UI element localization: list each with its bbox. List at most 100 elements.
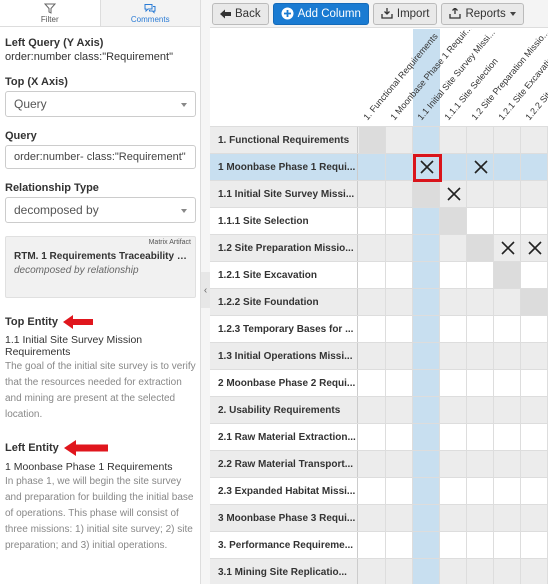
matrix-cell[interactable]	[359, 343, 386, 369]
collapse-panel-handle[interactable]: ‹	[201, 272, 210, 308]
matrix-cell[interactable]	[440, 370, 467, 396]
matrix-cell[interactable]	[386, 289, 413, 315]
row-header[interactable]: 1.2 Site Preparation Missio...	[210, 235, 358, 261]
matrix-cell[interactable]	[440, 424, 467, 450]
matrix-cell[interactable]	[413, 181, 440, 207]
matrix-cell[interactable]	[359, 235, 386, 261]
matrix-cell[interactable]	[413, 154, 440, 180]
matrix-cell[interactable]	[494, 154, 521, 180]
matrix-cell[interactable]	[467, 154, 494, 180]
matrix-cell[interactable]	[440, 181, 467, 207]
matrix-cell[interactable]	[413, 316, 440, 342]
matrix-cell[interactable]	[494, 397, 521, 423]
row-header[interactable]: 3 Moonbase Phase 3 Requi...	[210, 505, 358, 531]
matrix-cell[interactable]	[413, 397, 440, 423]
matrix-cell[interactable]	[440, 154, 467, 180]
matrix-cell[interactable]	[413, 208, 440, 234]
matrix-cell[interactable]	[494, 289, 521, 315]
matrix-cell[interactable]	[467, 235, 494, 261]
matrix-cell[interactable]	[413, 424, 440, 450]
matrix-cell[interactable]	[494, 235, 521, 261]
column-header[interactable]: 1 Moonbase Phase 1 Requir...	[386, 29, 473, 126]
matrix-cell[interactable]	[440, 478, 467, 504]
matrix-cell[interactable]	[359, 559, 386, 584]
matrix-cell[interactable]	[494, 343, 521, 369]
matrix-cell[interactable]	[494, 559, 521, 584]
matrix-cell[interactable]	[440, 559, 467, 584]
matrix-cell[interactable]	[413, 262, 440, 288]
matrix-cell[interactable]	[413, 343, 440, 369]
matrix-cell[interactable]	[386, 343, 413, 369]
matrix-cell[interactable]	[386, 235, 413, 261]
matrix-cell[interactable]	[521, 181, 548, 207]
row-header[interactable]: 2.2 Raw Material Transport...	[210, 451, 358, 477]
matrix-cell[interactable]	[359, 532, 386, 558]
row-header[interactable]: 1.1.1 Site Selection	[210, 208, 358, 234]
matrix-cell[interactable]	[521, 235, 548, 261]
matrix-cell[interactable]	[440, 451, 467, 477]
matrix-cell[interactable]	[521, 505, 548, 531]
matrix-cell[interactable]	[359, 262, 386, 288]
matrix-cell[interactable]	[359, 505, 386, 531]
matrix-cell[interactable]	[521, 343, 548, 369]
matrix-cell[interactable]	[467, 532, 494, 558]
matrix-cell[interactable]	[494, 532, 521, 558]
matrix-cell[interactable]	[413, 370, 440, 396]
matrix-cell[interactable]	[413, 289, 440, 315]
row-header[interactable]: 1. Functional Requirements	[210, 127, 358, 153]
matrix-cell[interactable]	[386, 262, 413, 288]
matrix-cell[interactable]	[386, 478, 413, 504]
matrix-cell[interactable]	[521, 478, 548, 504]
matrix-cell[interactable]	[440, 343, 467, 369]
matrix-cell[interactable]	[440, 397, 467, 423]
column-header[interactable]: 1.1.1 Site Selection	[440, 29, 500, 126]
matrix-cell[interactable]	[467, 127, 494, 153]
matrix-cell[interactable]	[521, 316, 548, 342]
matrix-cell[interactable]	[386, 424, 413, 450]
matrix-cell[interactable]	[521, 559, 548, 584]
matrix-cell[interactable]	[413, 127, 440, 153]
row-header[interactable]: 1.2.3 Temporary Bases for ...	[210, 316, 358, 342]
matrix-cell[interactable]	[521, 451, 548, 477]
column-header[interactable]: 1.2.2 Site Foundation	[521, 29, 548, 126]
matrix-cell[interactable]	[467, 289, 494, 315]
matrix-cell[interactable]	[440, 505, 467, 531]
matrix-cell[interactable]	[413, 505, 440, 531]
relationship-type-select[interactable]: decomposed by	[5, 197, 196, 223]
column-header[interactable]: 1.1 Initial Site Survey Missi...	[413, 29, 497, 126]
matrix-cell[interactable]	[359, 424, 386, 450]
matrix-cell[interactable]	[467, 559, 494, 584]
matrix-cell[interactable]	[467, 478, 494, 504]
matrix-cell[interactable]	[386, 559, 413, 584]
matrix-cell[interactable]	[494, 181, 521, 207]
matrix-cell[interactable]	[359, 154, 386, 180]
tab-filter[interactable]: Filter	[0, 0, 101, 26]
matrix-cell[interactable]	[440, 532, 467, 558]
matrix-cell[interactable]	[386, 451, 413, 477]
column-header[interactable]: 1.2 Site Preparation Missio...	[467, 29, 548, 126]
matrix-cell[interactable]	[413, 478, 440, 504]
matrix-cell[interactable]	[359, 127, 386, 153]
matrix-cell[interactable]	[440, 262, 467, 288]
row-header[interactable]: 2 Moonbase Phase 2 Requi...	[210, 370, 358, 396]
matrix-cell[interactable]	[359, 208, 386, 234]
matrix-cell[interactable]	[467, 262, 494, 288]
matrix-cell[interactable]	[467, 343, 494, 369]
column-header[interactable]: 1.2.1 Site Excavation	[494, 29, 548, 126]
matrix-cell[interactable]	[521, 208, 548, 234]
matrix-cell[interactable]	[440, 289, 467, 315]
matrix-cell[interactable]	[494, 424, 521, 450]
matrix-artifact-card[interactable]: Matrix Artifact RTM. 1 Requirements Trac…	[5, 236, 196, 298]
matrix-cell[interactable]	[440, 316, 467, 342]
row-header[interactable]: 1.3 Initial Operations Missi...	[210, 343, 358, 369]
matrix-cell[interactable]	[521, 262, 548, 288]
top-axis-select[interactable]: Query	[5, 91, 196, 117]
matrix-cell[interactable]	[494, 505, 521, 531]
matrix-cell[interactable]	[440, 127, 467, 153]
matrix-cell[interactable]	[467, 316, 494, 342]
matrix-cell[interactable]	[359, 397, 386, 423]
matrix-cell[interactable]	[386, 505, 413, 531]
row-header[interactable]: 2.1 Raw Material Extraction...	[210, 424, 358, 450]
matrix-cell[interactable]	[359, 478, 386, 504]
matrix-cell[interactable]	[359, 316, 386, 342]
